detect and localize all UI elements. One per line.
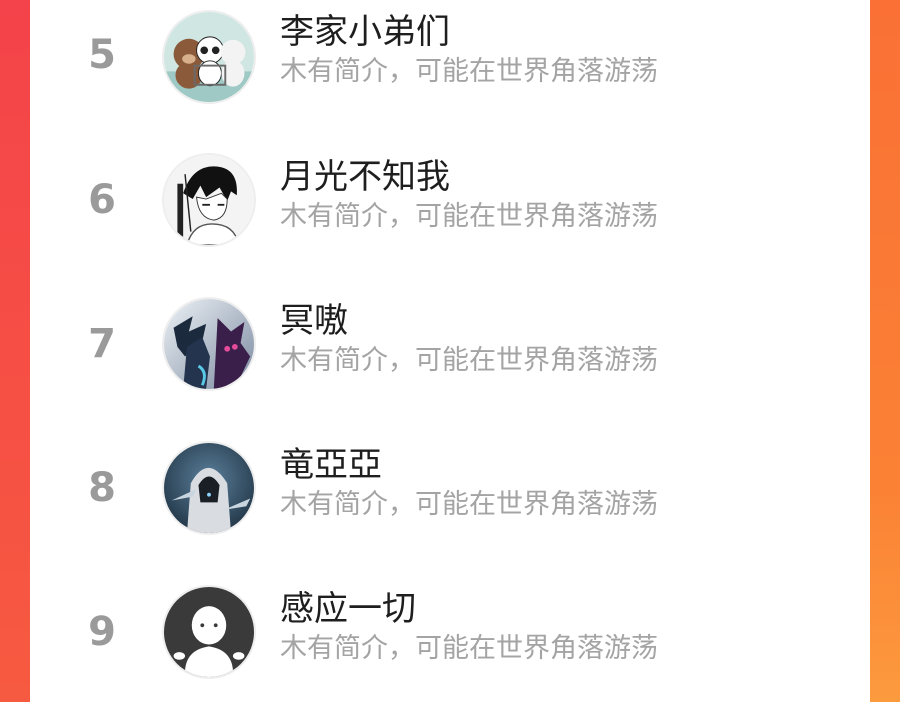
- hooded-assassin-avatar-icon[interactable]: [162, 441, 256, 535]
- ranking-row-7[interactable]: 7 冥嗷 木有简介，可能在世界角落游荡: [30, 281, 870, 411]
- user-name[interactable]: 李家小弟们: [280, 4, 450, 53]
- rank-number: 5: [88, 32, 116, 78]
- ranking-list-panel: 5 李家小弟们 木有简介，可能在世界角落游荡 6 月光不知我 木有简介，可能在世…: [30, 0, 870, 702]
- dark-armor-hero-avatar-icon[interactable]: [162, 297, 256, 391]
- user-name[interactable]: 竜亞亞: [280, 437, 382, 486]
- right-gradient-border: [870, 0, 900, 702]
- user-bio: 木有简介，可能在世界角落游荡: [280, 633, 658, 664]
- rank-number: 9: [88, 609, 116, 655]
- bears-cartoon-avatar-icon[interactable]: [162, 10, 256, 104]
- user-bio: 木有简介，可能在世界角落游荡: [280, 201, 658, 232]
- user-bio: 木有简介，可能在世界角落游荡: [280, 56, 658, 87]
- ranking-row-8[interactable]: 8 竜亞亞 木有简介，可能在世界角落游荡: [30, 425, 870, 555]
- rank-number: 6: [88, 177, 116, 223]
- rank-number: 7: [88, 321, 116, 367]
- user-bio: 木有简介，可能在世界角落游荡: [280, 345, 658, 376]
- rank-number: 8: [88, 465, 116, 511]
- leaderboard-screen: 5 李家小弟们 木有简介，可能在世界角落游荡 6 月光不知我 木有简介，可能在世…: [0, 0, 900, 702]
- default-user-avatar-icon[interactable]: [162, 585, 256, 679]
- user-name[interactable]: 冥嗷: [280, 293, 348, 342]
- user-bio: 木有简介，可能在世界角落游荡: [280, 489, 658, 520]
- user-name[interactable]: 感应一切: [280, 581, 416, 630]
- ranking-row-6[interactable]: 6 月光不知我 木有简介，可能在世界角落游荡: [30, 137, 870, 267]
- ranking-row-5[interactable]: 5 李家小弟们 木有简介，可能在世界角落游荡: [30, 0, 870, 122]
- ranking-row-9[interactable]: 9 感应一切 木有简介，可能在世界角落游荡: [30, 569, 870, 699]
- left-gradient-border: [0, 0, 30, 702]
- manga-character-avatar-icon[interactable]: [162, 153, 256, 247]
- user-name[interactable]: 月光不知我: [280, 149, 450, 198]
